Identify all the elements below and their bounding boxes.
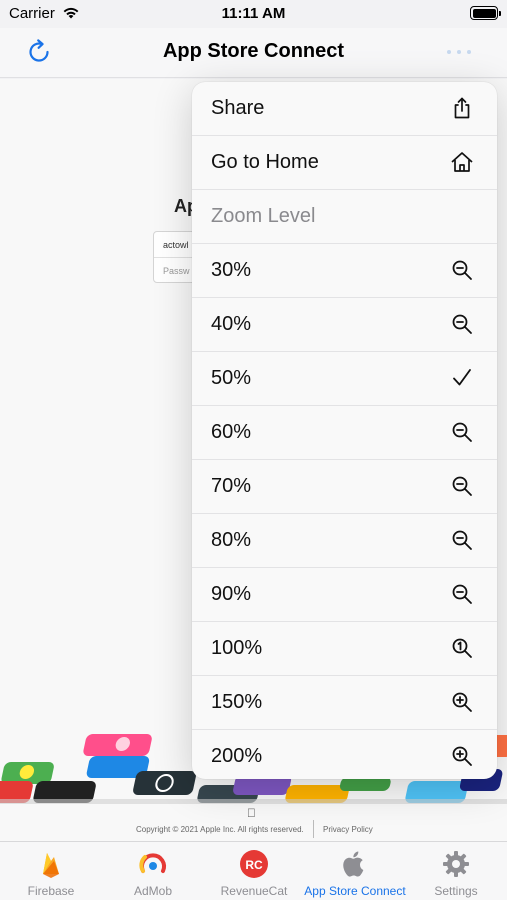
zoom-out-icon	[452, 584, 472, 604]
apple-logo-icon: 	[247, 806, 256, 820]
menu-item-zoom-30[interactable]: 30%	[192, 244, 497, 298]
tab-app-store-connect[interactable]: App Store Connect	[304, 842, 406, 900]
status-bar: Carrier 11:11 AM	[0, 0, 507, 28]
menu-item-label: 90%	[211, 583, 252, 605]
menu-item-go-home[interactable]: Go to Home	[192, 136, 497, 190]
menu-section-header: Zoom Level	[192, 190, 497, 244]
tab-revenuecat[interactable]: RC RevenueCat	[203, 842, 305, 900]
footer-divider	[313, 820, 314, 838]
zoom-actual-icon	[452, 638, 472, 658]
more-dot	[457, 50, 461, 54]
zoom-level-header: Zoom Level	[211, 205, 316, 227]
tab-settings[interactable]: Settings	[405, 842, 507, 900]
menu-item-label: 200%	[211, 745, 263, 767]
menu-item-label: 70%	[211, 475, 252, 497]
menu-item-zoom-100[interactable]: 100%	[192, 622, 497, 676]
revenuecat-icon-text: RC	[245, 858, 263, 872]
home-icon	[451, 152, 473, 172]
admob-icon	[139, 853, 166, 873]
options-menu: Share Go to Home Zoom Level 30% 40% 50% …	[192, 82, 497, 779]
menu-item-zoom-150[interactable]: 150%	[192, 676, 497, 730]
menu-item-zoom-50[interactable]: 50%	[192, 352, 497, 406]
menu-item-label: 100%	[211, 637, 263, 659]
more-dot	[447, 50, 451, 54]
firebase-icon	[43, 853, 59, 878]
tab-bar: Firebase AdMob RC RevenueCat App Store C…	[0, 841, 507, 900]
zoom-out-icon	[452, 530, 472, 550]
zoom-out-icon	[452, 422, 472, 442]
menu-item-zoom-80[interactable]: 80%	[192, 514, 497, 568]
menu-item-zoom-40[interactable]: 40%	[192, 298, 497, 352]
revenuecat-icon: RC	[240, 850, 268, 878]
more-dot	[467, 50, 471, 54]
menu-item-label: 60%	[211, 421, 252, 443]
footer-copyright: Copyright © 2021 Apple Inc. All rights r…	[136, 825, 304, 834]
privacy-policy-link[interactable]: Privacy Policy	[323, 825, 373, 834]
zoom-out-icon	[452, 260, 472, 280]
menu-item-label: 80%	[211, 529, 252, 551]
clock: 11:11 AM	[221, 5, 286, 22]
checkmark-icon	[453, 369, 471, 386]
menu-item-label: 30%	[211, 259, 252, 281]
apple-icon	[343, 851, 364, 877]
more-options-button[interactable]	[447, 48, 471, 56]
tab-admob[interactable]: AdMob	[102, 842, 204, 900]
menu-item-label: 40%	[211, 313, 252, 335]
menu-item-label: Go to Home	[211, 151, 319, 173]
menu-item-zoom-90[interactable]: 90%	[192, 568, 497, 622]
zoom-in-icon	[452, 746, 472, 766]
menu-item-zoom-200[interactable]: 200%	[192, 730, 497, 779]
menu-item-zoom-60[interactable]: 60%	[192, 406, 497, 460]
zoom-in-icon	[452, 692, 472, 712]
zoom-out-icon	[452, 476, 472, 496]
tab-label: Settings	[434, 884, 478, 898]
menu-item-label: 50%	[211, 367, 252, 389]
navigation-bar: App Store Connect	[0, 28, 507, 78]
menu-item-share[interactable]: Share	[192, 82, 497, 136]
menu-item-label: 150%	[211, 691, 263, 713]
menu-item-label: Share	[211, 97, 265, 119]
zoom-out-icon	[452, 314, 472, 334]
menu-item-zoom-70[interactable]: 70%	[192, 460, 497, 514]
share-icon	[454, 97, 470, 119]
gear-icon	[443, 851, 469, 877]
tab-firebase[interactable]: Firebase	[0, 842, 102, 900]
battery-icon	[470, 6, 501, 20]
page-title: App Store Connect	[162, 40, 345, 62]
